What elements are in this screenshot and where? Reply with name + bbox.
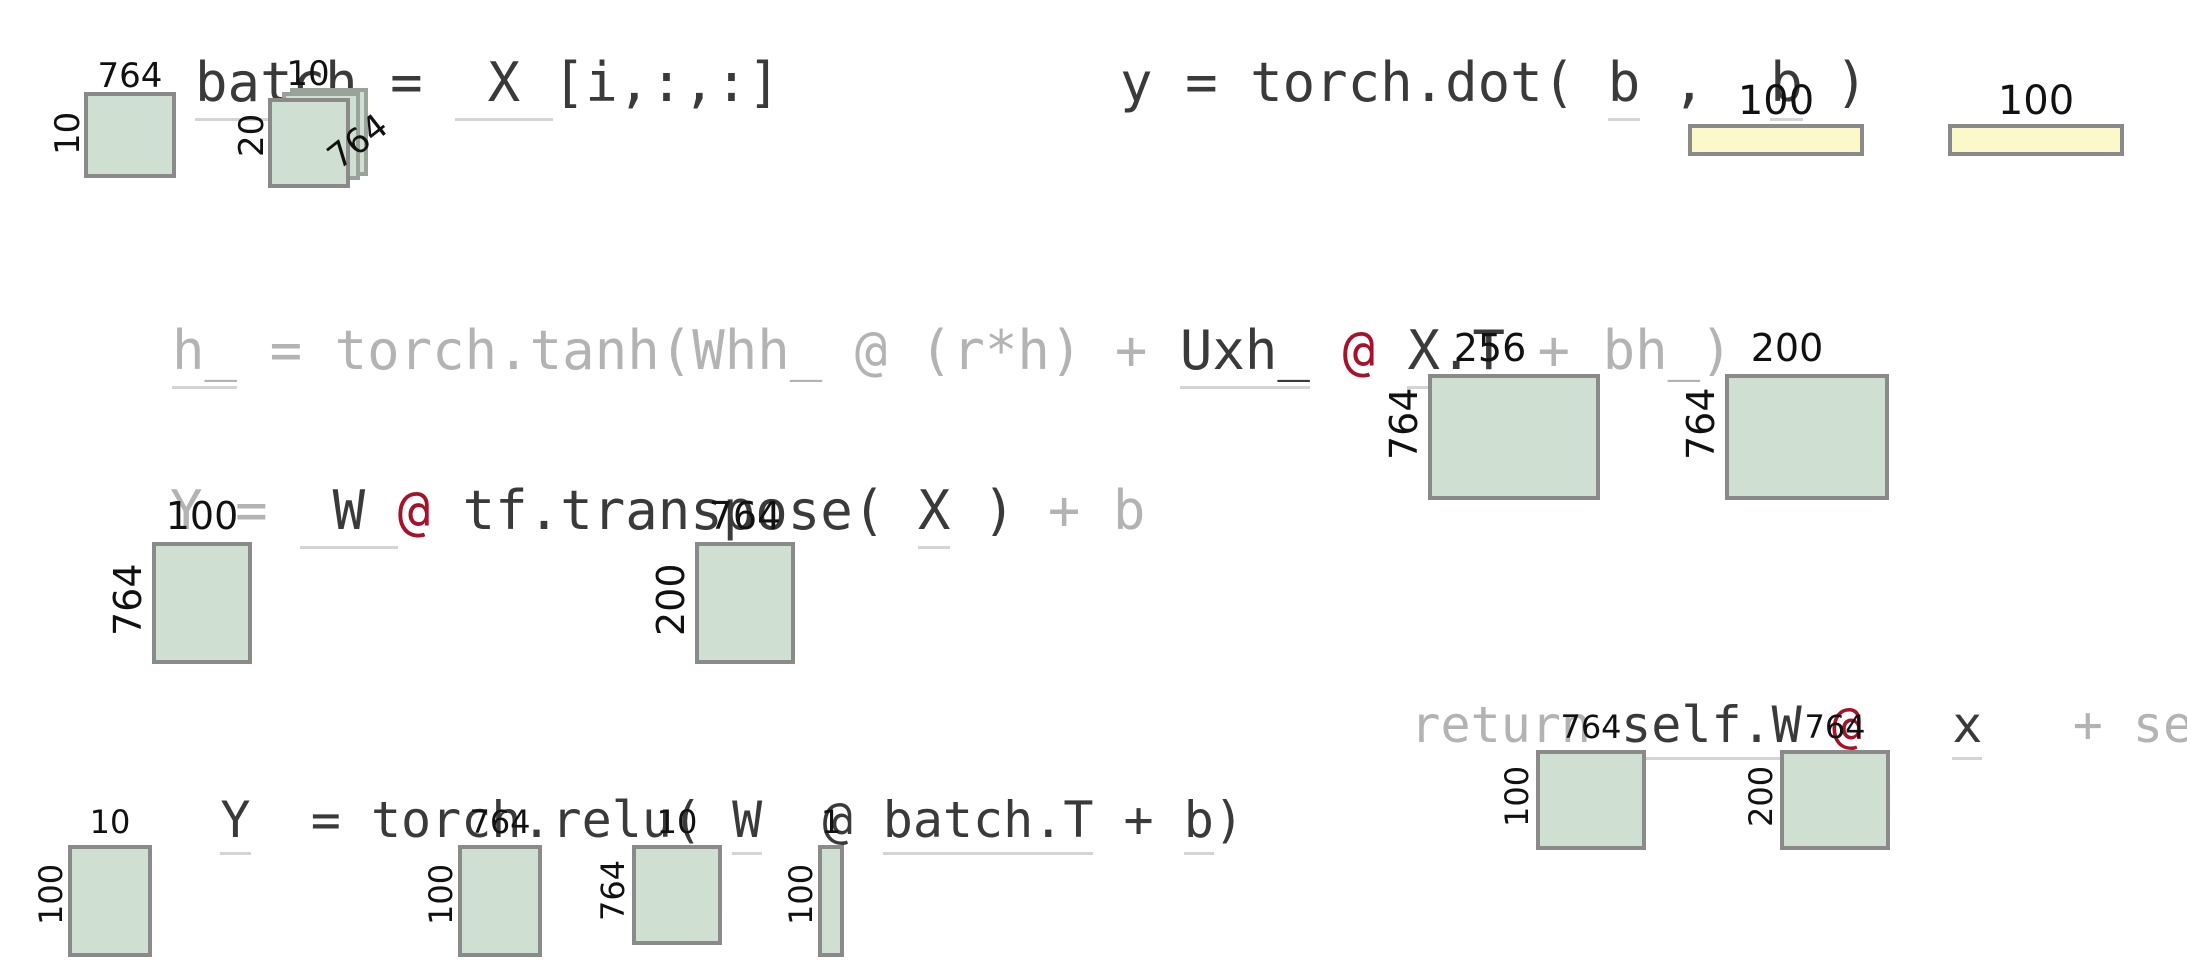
shape-x-tf-rows: 200 xyxy=(649,563,693,637)
token-relu-w-var: W xyxy=(732,791,763,855)
token-selfw-x-var: x xyxy=(1952,696,1983,760)
shape-relu-b-rect xyxy=(818,845,844,957)
shape-self-x-rect xyxy=(1780,750,1890,850)
token-tanh-space-2 xyxy=(1375,324,1408,378)
token-tanh-uxh-var: Uxh_ xyxy=(1179,319,1310,389)
token-transpose-bias: + b xyxy=(1015,479,1146,542)
token-dot-b1: b xyxy=(1607,51,1641,121)
shape-relu-w-cols: 764 xyxy=(469,803,531,841)
shape-relu-y: 10 100 xyxy=(32,803,152,961)
shape-relu-w-rows: 100 xyxy=(422,863,460,925)
token-dot-head: y = torch.dot( xyxy=(1120,51,1608,114)
shape-x-tf: 764 200 xyxy=(649,494,795,668)
shape-self-x-rows: 200 xyxy=(1742,765,1780,827)
shape-relu-batch: 10 764 xyxy=(594,803,722,945)
token-relu-y-var: Y xyxy=(220,791,251,855)
shape-dot-b1-rect xyxy=(1688,124,1864,156)
token-relu-b-var: b xyxy=(1183,791,1214,855)
token-relu-space-1 xyxy=(762,795,822,845)
shape-w-tf: 100 764 xyxy=(106,494,252,668)
shape-self-w-rect xyxy=(1536,750,1646,850)
shape-dot-b1-cols: 100 xyxy=(1737,78,1815,124)
shape-relu-y-rows: 100 xyxy=(32,863,70,925)
expression-return-self-w: return self.W @ x + self.b xyxy=(1290,650,2187,800)
shape-batch-out-cols: 764 xyxy=(97,56,163,96)
shape-self-w: 764 100 xyxy=(1498,708,1646,850)
token-transpose-matmul-op: @ xyxy=(397,479,431,542)
shape-relu-b-cols: 1 xyxy=(820,803,842,841)
token-relu-plus: + xyxy=(1093,791,1184,849)
shape-batch-out-rect xyxy=(84,92,176,178)
shape-w-tf-cols: 100 xyxy=(165,494,239,538)
shape-relu-w-rect xyxy=(458,845,542,957)
shape-uxh: 256 764 xyxy=(1382,326,1600,500)
shape-dot-b1: 100 xyxy=(1688,78,1864,158)
shape-xt: 200 764 xyxy=(1679,326,1889,500)
token-tanh-space-1 xyxy=(1310,324,1343,378)
shape-x-tensor-rows: 20 xyxy=(232,113,272,157)
token-batch-x-var: X xyxy=(455,51,553,121)
token-transpose-close: ) xyxy=(950,479,1016,542)
token-tanh-matmul-op: @ xyxy=(1342,319,1375,382)
token-selfw-var: self.W xyxy=(1621,696,1802,760)
shape-xt-rect xyxy=(1725,374,1889,500)
shape-xt-rows: 764 xyxy=(1679,387,1723,461)
tensor-shape-annotation-canvas: batch = X [i,:,:] 764 10 10 20 764 y = t… xyxy=(0,0,2187,961)
token-transpose-x-var: X xyxy=(917,479,951,549)
shape-x-tensor: 10 20 764 xyxy=(232,54,396,188)
shape-relu-y-cols: 10 xyxy=(89,803,131,841)
token-transpose-w-var: W xyxy=(300,479,398,549)
shape-relu-y-rect xyxy=(68,845,152,957)
shape-relu-b: 1 100 xyxy=(782,803,844,961)
shape-uxh-rect xyxy=(1428,374,1600,500)
shape-relu-batch-rect xyxy=(632,845,722,945)
token-relu-batch-var: batch.T xyxy=(882,791,1094,855)
shape-batch-out: 764 10 xyxy=(48,56,176,178)
shape-self-x-cols: 764 xyxy=(1804,708,1866,746)
shape-uxh-rows: 764 xyxy=(1382,387,1426,461)
shape-dot-b2-rect xyxy=(1948,124,2124,156)
shape-xt-cols: 200 xyxy=(1750,326,1824,370)
shape-batch-out-rows: 10 xyxy=(48,111,88,155)
shape-relu-w: 764 100 xyxy=(422,803,542,961)
shape-x-tf-rect xyxy=(695,542,795,664)
shape-dot-b2: 100 xyxy=(1948,78,2124,158)
shape-self-w-rows: 100 xyxy=(1498,765,1536,827)
shape-self-w-cols: 764 xyxy=(1560,708,1622,746)
token-tanh-head: = torch.tanh(Whh_ @ (r*h) + xyxy=(237,319,1180,382)
shape-uxh-cols: 256 xyxy=(1453,326,1527,370)
token-relu-close: ) xyxy=(1213,791,1244,849)
token-relu-space-2 xyxy=(853,795,883,845)
shape-self-x: 764 200 xyxy=(1742,708,1890,850)
shape-relu-batch-rows: 764 xyxy=(594,859,632,921)
shape-w-tf-rows: 764 xyxy=(106,563,150,637)
shape-relu-batch-cols: 10 xyxy=(656,803,698,841)
token-tanh-h-var: h_ xyxy=(172,319,238,389)
shape-relu-b-rows: 100 xyxy=(782,863,820,925)
token-batch-index: [i,:,:] xyxy=(552,51,781,114)
token-selfw-bias: + self.b xyxy=(2072,696,2187,754)
token-transpose-fn: tf.transpose( xyxy=(430,479,918,542)
shape-dot-b2-cols: 100 xyxy=(1997,78,2075,124)
shape-x-tf-cols: 764 xyxy=(708,494,782,538)
shape-w-tf-rect xyxy=(152,542,252,664)
